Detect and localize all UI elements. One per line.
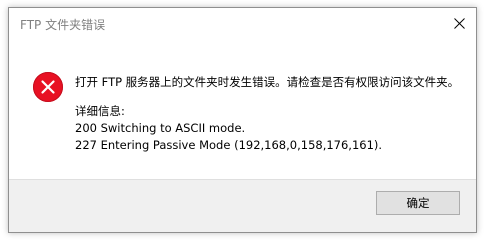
dialog-content: 打开 FTP 服务器上的文件夹时发生错误。请检查是否有权限访问该文件夹。 详细信… [9,40,476,179]
error-icon [33,72,63,102]
details-line: 227 Entering Passive Mode (192,168,0,158… [75,138,383,152]
ftp-error-dialog: FTP 文件夹错误 打开 FTP 服务器上的文件夹时发生错误。请检查是否有权限访… [8,7,477,233]
window-title: FTP 文件夹错误 [20,18,106,32]
close-button[interactable] [442,8,476,38]
close-icon [453,17,465,29]
error-message: 打开 FTP 服务器上的文件夹时发生错误。请检查是否有权限访问该文件夹。 [75,75,460,89]
title-bar: FTP 文件夹错误 [9,8,476,40]
details-line: 200 Switching to ASCII mode. [75,121,246,135]
ok-button[interactable]: 确定 [376,191,460,215]
error-details: 详细信息: 200 Switching to ASCII mode. 227 E… [75,103,382,154]
button-bar: 确定 [9,179,476,232]
details-header: 详细信息: [75,104,125,118]
